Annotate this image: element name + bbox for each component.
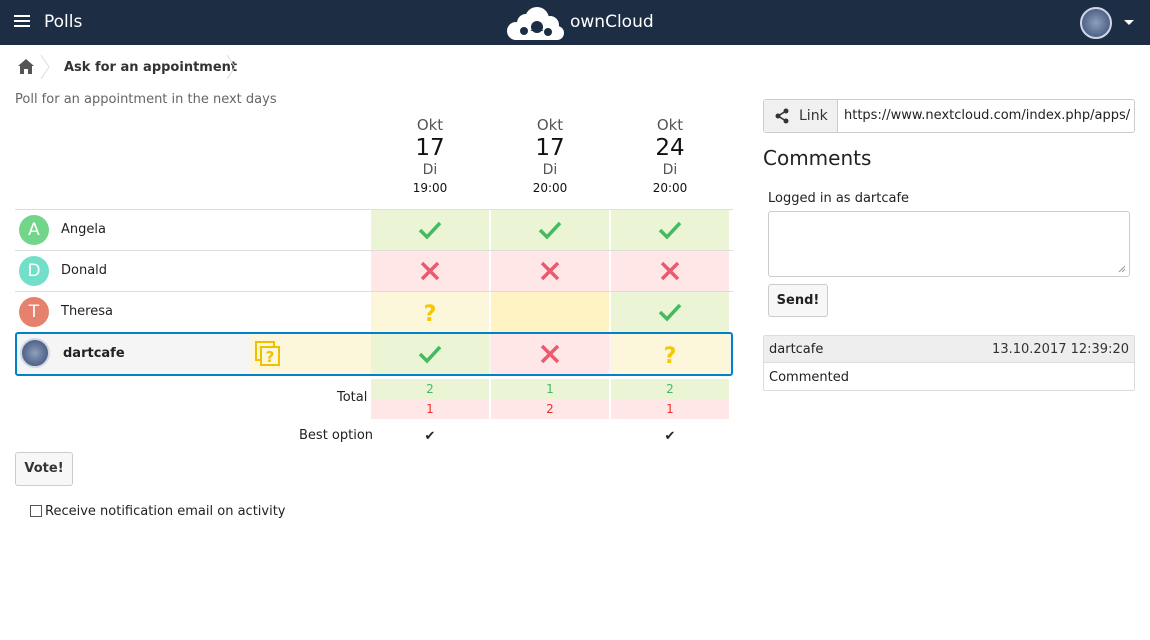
notification-checkbox[interactable]	[30, 505, 42, 517]
brand-name: ownCloud	[570, 12, 654, 32]
total-yes: 2	[611, 379, 729, 399]
check-icon	[658, 303, 682, 322]
breadcrumb-separator	[226, 54, 236, 80]
logged-in-label: Logged in as dartcafe	[768, 191, 910, 206]
send-button[interactable]: Send!	[768, 284, 828, 317]
comment-text: Commented	[769, 370, 849, 385]
date-weekday: Di	[662, 162, 678, 178]
comment-textarea[interactable]	[768, 211, 1130, 277]
share-url-field[interactable]: https://www.nextcloud.com/index.php/apps…	[844, 108, 1130, 123]
poll-description: Poll for an appointment in the next days	[15, 92, 277, 107]
date-option-header: Okt 24 Di 20:00	[611, 116, 729, 195]
app-header: Polls ownCloud	[0, 0, 1150, 45]
date-option-header: Okt 17 Di 20:00	[491, 116, 609, 195]
date-day: 24	[655, 135, 685, 161]
link-button-label: Link	[799, 108, 828, 124]
date-month: Okt	[656, 116, 684, 134]
vote-cell: ?	[371, 292, 489, 332]
svg-text:?: ?	[266, 348, 275, 366]
avatar: T	[19, 297, 49, 327]
share-link-box: Link https://www.nextcloud.com/index.php…	[763, 99, 1135, 133]
total-yes: 2	[371, 379, 489, 399]
participant-name: Theresa	[61, 304, 113, 319]
question-icon: ?	[664, 344, 677, 366]
total-no: 1	[371, 399, 489, 419]
cross-icon	[540, 344, 560, 364]
date-month: Okt	[536, 116, 564, 134]
owncloud-logo[interactable]	[504, 5, 566, 41]
resize-grip-icon[interactable]	[1118, 265, 1126, 273]
notification-label[interactable]: Receive notification email on activity	[45, 504, 286, 519]
date-day: 17	[535, 135, 565, 161]
vote-cell	[491, 292, 609, 332]
vote-cell	[371, 251, 489, 291]
best-option-mark: ✔	[424, 429, 436, 444]
date-option-header: Okt 17 Di 19:00	[371, 116, 489, 195]
participant-row: A Angela	[15, 209, 733, 250]
comment-date: 13.10.2017 12:39:20	[992, 342, 1129, 357]
breadcrumb: Ask for an appointment	[0, 52, 700, 82]
avatar: D	[19, 256, 49, 286]
cross-icon	[540, 261, 560, 281]
date-day: 17	[415, 135, 445, 161]
date-weekday: Di	[422, 162, 438, 178]
comment-header: dartcafe 13.10.2017 12:39:20	[764, 336, 1134, 363]
comment-item: dartcafe 13.10.2017 12:39:20 Commented	[763, 335, 1135, 391]
cross-icon	[420, 261, 440, 281]
vote-toggle[interactable]	[371, 334, 489, 374]
share-icon	[775, 108, 789, 124]
participant-name: Donald	[61, 263, 108, 278]
date-time: 20:00	[532, 181, 568, 195]
check-icon	[658, 221, 682, 240]
date-time: 19:00	[412, 181, 448, 195]
current-user-row: dartcafe ? ?	[15, 332, 733, 376]
user-avatar[interactable]	[1080, 7, 1112, 39]
total-yes: 1	[491, 379, 609, 399]
participant-row: D Donald	[15, 250, 733, 291]
check-icon	[418, 221, 442, 240]
app-title[interactable]: Polls	[44, 12, 82, 32]
participant-name: dartcafe	[63, 346, 125, 361]
vote-cell	[611, 251, 729, 291]
vote-cell	[371, 210, 489, 250]
participant-name: Angela	[61, 222, 106, 237]
comment-author: dartcafe	[769, 342, 824, 357]
home-icon[interactable]	[18, 59, 34, 74]
total-label: Total	[337, 390, 368, 405]
total-no: 1	[611, 399, 729, 419]
check-icon	[538, 221, 562, 240]
best-option-mark: ✔	[664, 429, 676, 444]
svg-text:?: ?	[664, 344, 677, 366]
best-option-label: Best option	[299, 428, 374, 443]
chevron-down-icon[interactable]	[1124, 20, 1134, 25]
menu-icon[interactable]	[14, 15, 30, 29]
link-button[interactable]: Link	[764, 100, 838, 132]
comments-title: Comments	[763, 146, 872, 170]
toggle-all-icon[interactable]: ?	[255, 341, 281, 367]
question-icon: ?	[424, 302, 437, 324]
vote-cell	[491, 251, 609, 291]
breadcrumb-current[interactable]: Ask for an appointment	[64, 60, 237, 75]
vote-cell	[611, 210, 729, 250]
svg-text:?: ?	[424, 302, 437, 324]
check-icon	[418, 345, 442, 364]
total-no: 2	[491, 399, 609, 419]
vote-toggle[interactable]: ?	[611, 334, 729, 374]
date-weekday: Di	[542, 162, 558, 178]
avatar	[20, 338, 50, 368]
vote-toggle[interactable]	[491, 334, 609, 374]
vote-cell	[611, 292, 729, 332]
vote-button[interactable]: Vote!	[15, 452, 73, 486]
notification-option: Receive notification email on activity	[30, 504, 286, 519]
vote-cell	[491, 210, 609, 250]
breadcrumb-separator	[40, 54, 50, 80]
participant-row: T Theresa ?	[15, 291, 733, 332]
cross-icon	[660, 261, 680, 281]
date-time: 20:00	[652, 181, 688, 195]
avatar: A	[19, 215, 49, 245]
date-month: Okt	[416, 116, 444, 134]
